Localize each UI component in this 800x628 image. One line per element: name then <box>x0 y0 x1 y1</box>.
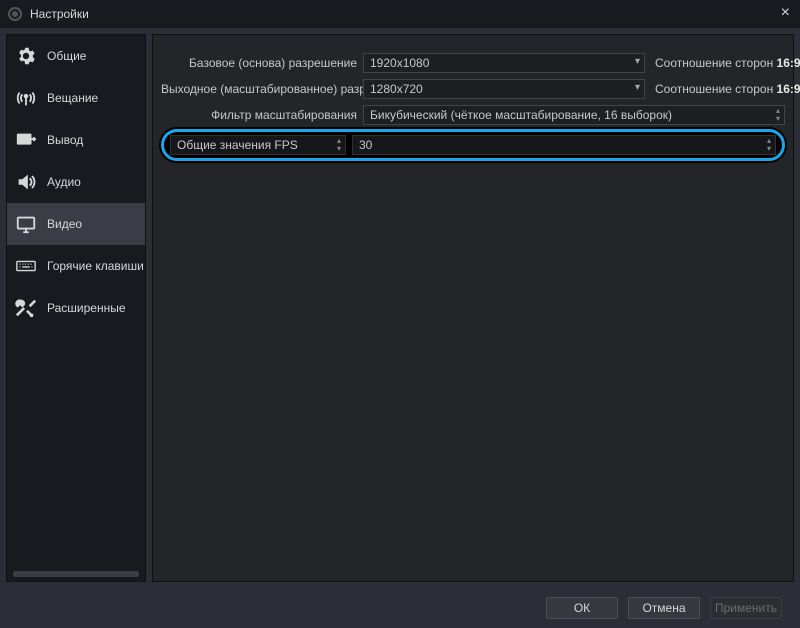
gear-icon <box>15 45 37 67</box>
sidebar-scrollbar[interactable] <box>13 571 139 577</box>
settings-panel-video: Базовое (основа) разрешение 1920x1080 ▾ … <box>152 34 794 582</box>
sidebar-item-label: Общие <box>47 49 86 63</box>
output-aspect: Соотношение сторон 16:9 <box>651 82 785 96</box>
window-body: Общие Вещание Вывод Аудио <box>0 28 800 588</box>
sidebar-item-label: Вывод <box>47 133 83 147</box>
sidebar-item-stream[interactable]: Вещание <box>7 77 145 119</box>
spinner-icon: ▴▾ <box>767 137 771 153</box>
dialog-footer: ОК Отмена Применить <box>0 588 800 628</box>
window-title: Настройки <box>30 7 89 21</box>
chevron-down-icon: ▾ <box>635 56 640 67</box>
titlebar: Настройки × <box>0 0 800 28</box>
apply-button: Применить <box>710 597 782 619</box>
sidebar-item-hotkeys[interactable]: Горячие клавиши <box>7 245 145 287</box>
base-aspect: Соотношение сторон 16:9 <box>651 56 785 70</box>
sidebar-item-label: Расширенные <box>47 301 126 315</box>
sidebar-item-label: Горячие клавиши <box>47 259 144 273</box>
label-base-resolution: Базовое (основа) разрешение <box>161 56 363 70</box>
output-resolution-value: 1280x720 <box>370 82 423 96</box>
sidebar-item-audio[interactable]: Аудио <box>7 161 145 203</box>
obs-icon <box>8 7 22 21</box>
sidebar-item-label: Вещание <box>47 91 98 105</box>
settings-window: Настройки × Общие Вещание Выв <box>0 0 800 628</box>
downscale-filter-combo[interactable]: Бикубический (чёткое масштабирование, 16… <box>363 105 785 125</box>
speaker-icon <box>15 171 37 193</box>
sidebar-item-general[interactable]: Общие <box>7 35 145 77</box>
output-resolution-combo[interactable]: 1280x720 ▾ <box>363 79 645 99</box>
spinner-icon: ▴▾ <box>776 107 780 123</box>
ok-button[interactable]: ОК <box>546 597 618 619</box>
fps-value: 30 <box>359 138 372 152</box>
monitor-icon <box>15 213 37 235</box>
close-icon[interactable]: × <box>781 4 790 22</box>
sidebar: Общие Вещание Вывод Аудио <box>6 34 146 582</box>
fps-type-combo[interactable]: Общие значения FPS ▴▾ <box>170 135 346 155</box>
sidebar-item-output[interactable]: Вывод <box>7 119 145 161</box>
row-fps-highlight: Общие значения FPS ▴▾ 30 ▴▾ <box>161 129 785 161</box>
downscale-filter-value: Бикубический (чёткое масштабирование, 16… <box>370 108 672 122</box>
antenna-icon <box>15 87 37 109</box>
sidebar-item-advanced[interactable]: Расширенные <box>7 287 145 329</box>
row-output-resolution: Выходное (масштабированное) разрешение 1… <box>161 77 785 101</box>
base-resolution-value: 1920x1080 <box>370 56 429 70</box>
sidebar-item-label: Аудио <box>47 175 81 189</box>
label-output-resolution: Выходное (масштабированное) разрешение <box>161 82 363 96</box>
label-downscale-filter: Фильтр масштабирования <box>161 108 363 122</box>
row-downscale-filter: Фильтр масштабирования Бикубический (чёт… <box>161 103 785 127</box>
cancel-button[interactable]: Отмена <box>628 597 700 619</box>
chevron-down-icon: ▾ <box>635 82 640 93</box>
fps-value-combo[interactable]: 30 ▴▾ <box>352 135 776 155</box>
row-base-resolution: Базовое (основа) разрешение 1920x1080 ▾ … <box>161 51 785 75</box>
keyboard-icon <box>15 255 37 277</box>
tools-icon <box>15 297 37 319</box>
sidebar-item-video[interactable]: Видео <box>7 203 145 245</box>
fps-type-label: Общие значения FPS <box>177 138 298 152</box>
spinner-icon: ▴▾ <box>337 137 341 153</box>
output-icon <box>15 129 37 151</box>
base-resolution-combo[interactable]: 1920x1080 ▾ <box>363 53 645 73</box>
sidebar-item-label: Видео <box>47 217 82 231</box>
